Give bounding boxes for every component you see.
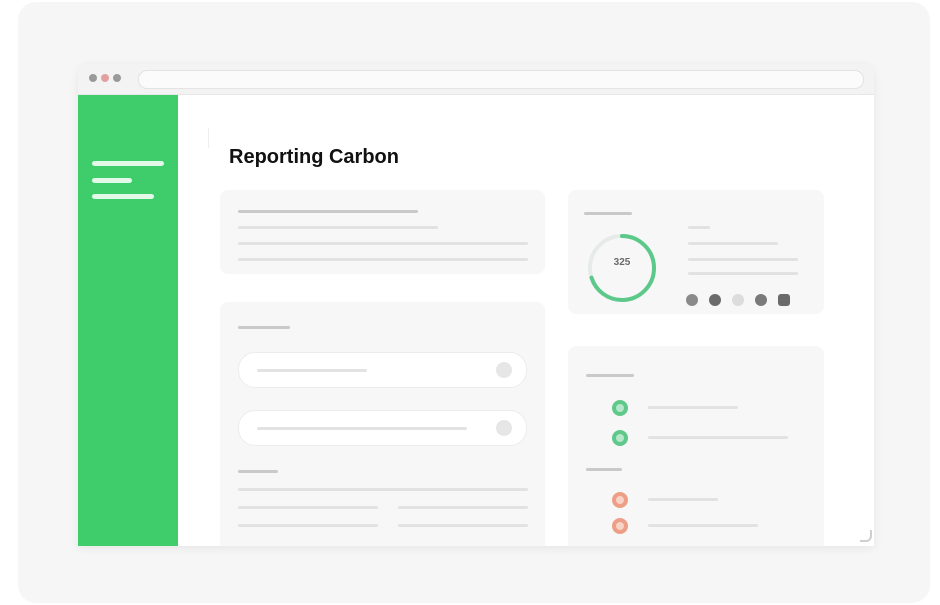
- panel-line: [238, 226, 438, 229]
- input-action-icon[interactable]: [496, 362, 512, 378]
- panel-line: [238, 210, 418, 213]
- panel-line: [688, 258, 798, 261]
- input-action-icon[interactable]: [496, 420, 512, 436]
- page-title: Reporting Carbon: [229, 146, 399, 168]
- score-ring-graphic: [588, 234, 656, 302]
- panel-line: [238, 258, 528, 261]
- close-dot-icon[interactable]: [89, 74, 97, 82]
- input-field-2[interactable]: [238, 410, 527, 446]
- score-value: 325: [613, 257, 631, 268]
- address-bar[interactable]: [138, 70, 864, 89]
- form-line: [238, 488, 528, 491]
- action-line: [648, 406, 738, 409]
- input-placeholder: [257, 369, 367, 372]
- panel-line: [688, 242, 778, 245]
- warning-action-icon[interactable]: [612, 518, 628, 534]
- circle-icon-5[interactable]: [778, 294, 790, 306]
- form-panel: [220, 302, 545, 546]
- panel-line: [238, 242, 528, 245]
- sidebar-item-3[interactable]: [92, 194, 154, 199]
- circle-icon-3[interactable]: [732, 294, 744, 306]
- circle-icon-1[interactable]: [686, 294, 698, 306]
- score-panel: 325: [568, 190, 824, 314]
- action-line: [648, 436, 788, 439]
- circle-icon-2[interactable]: [709, 294, 721, 306]
- score-ring: 325: [584, 230, 660, 306]
- form-label: [238, 470, 278, 473]
- browser-titlebar: [78, 64, 874, 95]
- overview-panel: [220, 190, 545, 274]
- form-line: [238, 524, 378, 527]
- form-line: [238, 506, 378, 509]
- panel-line: [688, 226, 710, 229]
- panel-heading: [586, 374, 634, 377]
- form-line: [398, 524, 528, 527]
- circle-icon-4[interactable]: [755, 294, 767, 306]
- action-line: [648, 524, 758, 527]
- panel-heading: [584, 212, 632, 215]
- sidebar: [78, 95, 178, 546]
- maximize-dot-icon[interactable]: [113, 74, 121, 82]
- divider: [208, 128, 209, 148]
- sidebar-item-1[interactable]: [92, 161, 164, 166]
- positive-action-icon[interactable]: [612, 400, 628, 416]
- input-placeholder: [257, 427, 467, 430]
- panel-line: [688, 272, 798, 275]
- warning-action-icon[interactable]: [612, 492, 628, 508]
- browser-window: Reporting Carbon 325: [78, 64, 874, 546]
- actions-panel: [568, 346, 824, 546]
- resize-handle-icon[interactable]: [860, 530, 872, 542]
- action-line: [648, 498, 718, 501]
- form-line: [398, 506, 528, 509]
- panel-heading: [586, 468, 622, 471]
- sidebar-item-2[interactable]: [92, 178, 132, 183]
- positive-action-icon[interactable]: [612, 430, 628, 446]
- minimize-dot-icon[interactable]: [101, 74, 109, 82]
- input-field-1[interactable]: [238, 352, 527, 388]
- form-label: [238, 326, 290, 329]
